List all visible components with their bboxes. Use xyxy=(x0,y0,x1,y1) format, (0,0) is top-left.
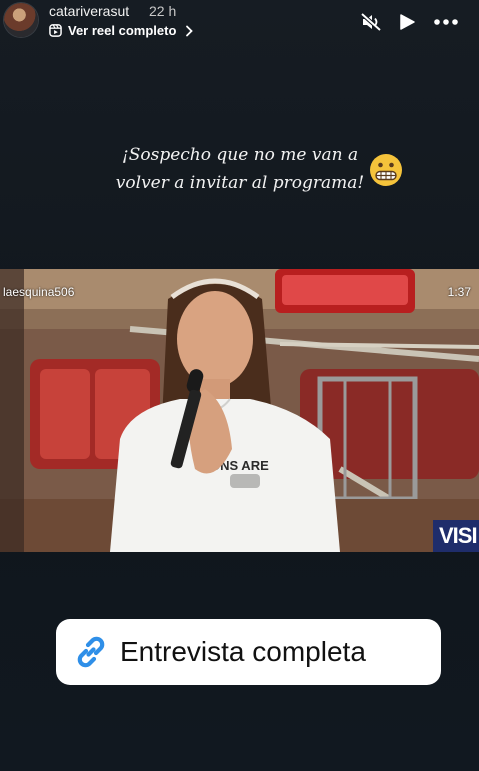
video-duration: 1:37 xyxy=(447,285,471,299)
more-icon xyxy=(434,19,458,25)
story-caption: ¡Sospecho que no me van a volver a invit… xyxy=(115,145,365,193)
profile-avatar[interactable] xyxy=(4,3,38,37)
story-header: catariverasut 22 h Ver reel completo xyxy=(0,0,479,46)
link-sticker-label: Entrevista completa xyxy=(120,636,366,667)
mute-icon xyxy=(360,12,382,32)
reel-link-label: Ver reel completo xyxy=(68,23,177,38)
more-options-button[interactable] xyxy=(433,10,459,34)
link-icon xyxy=(77,636,105,668)
mute-button[interactable] xyxy=(358,10,384,34)
play-button[interactable] xyxy=(394,10,420,34)
video-watermark: VISI xyxy=(433,520,479,552)
link-sticker[interactable]: Entrevista completa xyxy=(56,619,441,685)
reel-video[interactable]: ONS ARE laesquina506 1:37 VISI xyxy=(0,269,479,552)
video-credit: laesquina506 xyxy=(3,285,75,299)
story-background: catariverasut 22 h Ver reel completo ¡So… xyxy=(0,0,479,771)
view-full-reel-link[interactable]: Ver reel completo xyxy=(49,23,194,38)
grimacing-face-emoji xyxy=(370,154,402,186)
time-ago: 22 h xyxy=(149,3,177,19)
chevron-right-icon xyxy=(186,25,194,36)
video-frame: ONS ARE xyxy=(0,269,479,552)
reel-icon xyxy=(49,24,62,37)
username[interactable]: catariverasut xyxy=(49,3,129,19)
play-icon xyxy=(400,14,415,30)
